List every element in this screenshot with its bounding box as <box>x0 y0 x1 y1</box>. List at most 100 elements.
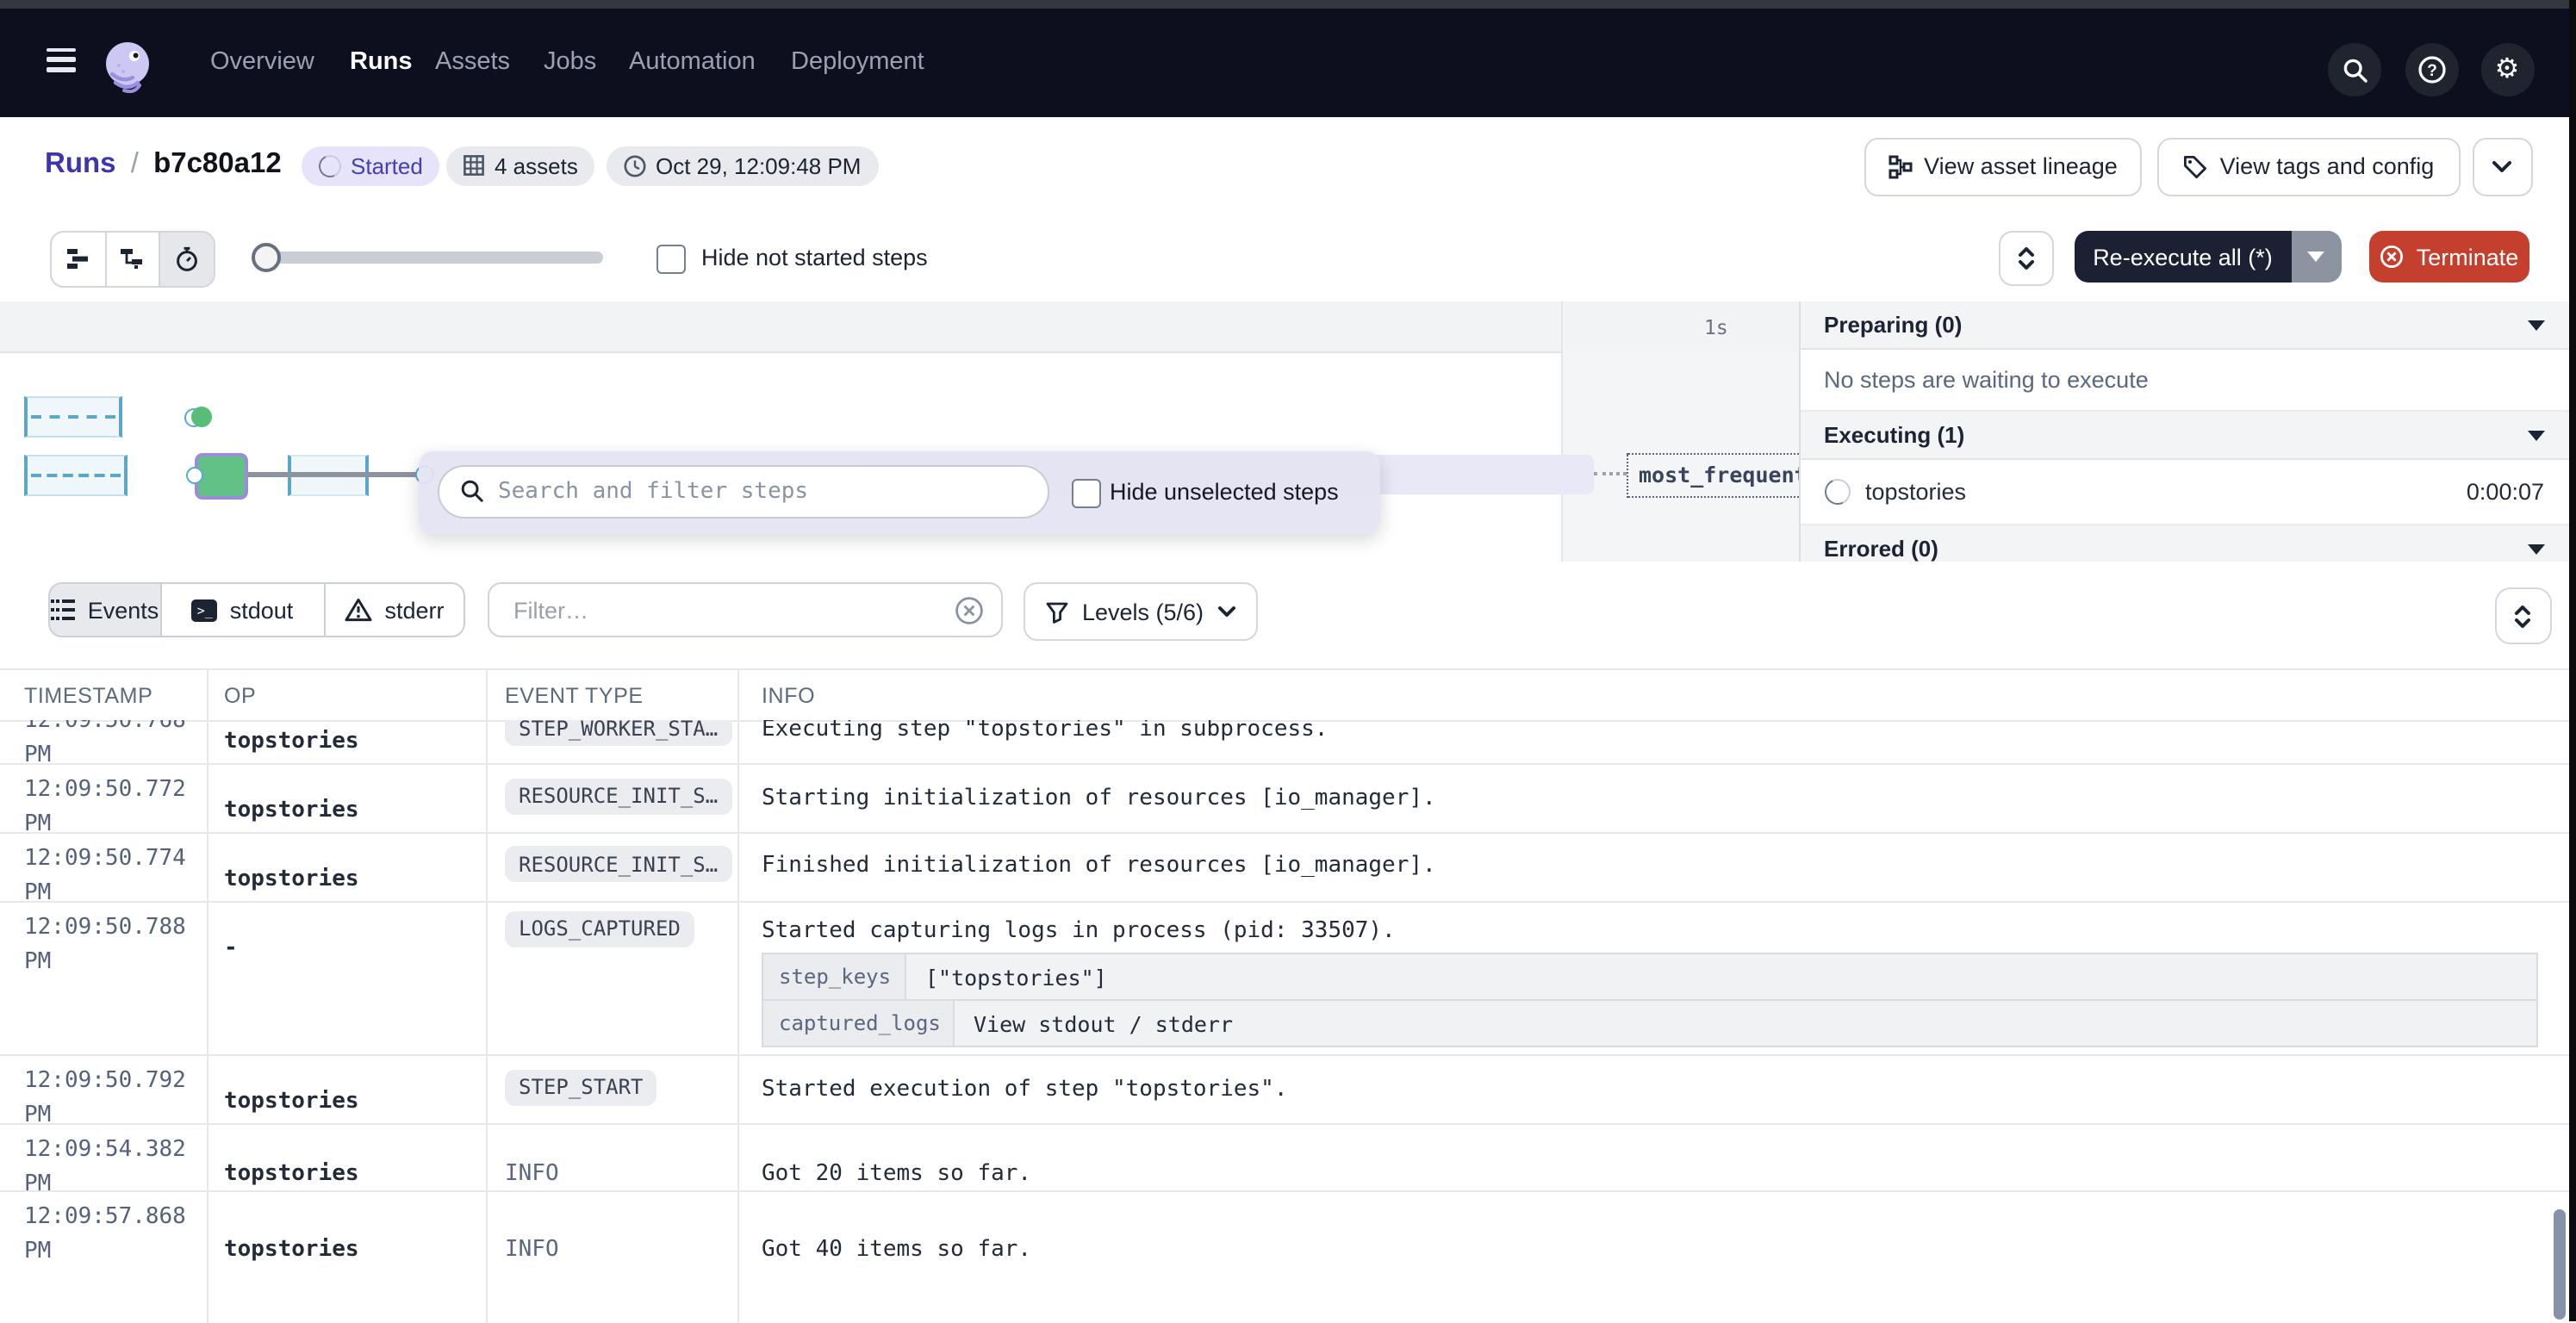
hide-not-started-label[interactable]: Hide not started steps <box>701 245 928 270</box>
zoom-slider-thumb[interactable] <box>252 242 281 271</box>
more-actions-button[interactable] <box>2473 137 2532 196</box>
op-cell: topstories <box>224 1237 359 1263</box>
help-button[interactable]: ? <box>2405 43 2458 96</box>
tab-events[interactable]: Events <box>49 584 161 636</box>
log-filter-input[interactable] <box>488 582 1003 637</box>
chevron-down-icon <box>2527 430 2544 440</box>
svg-text:?: ? <box>2426 62 2436 80</box>
hide-unselected-label[interactable]: Hide unselected steps <box>1110 479 1339 505</box>
view-tags-config-button[interactable]: View tags and config <box>2157 137 2461 196</box>
table-row[interactable]: 12:09:50.788PM - LOGS_CAPTURED Started c… <box>0 900 2568 1056</box>
clear-filter-icon[interactable] <box>955 595 984 624</box>
preparing-empty-text: No steps are waiting to execute <box>1824 367 2149 393</box>
nav-item-runs[interactable]: Runs <box>350 8 413 116</box>
metadata-value-link[interactable]: View stdout / stderr <box>955 1001 1252 1046</box>
metadata-row: captured_logs View stdout / stderr <box>763 1001 2536 1046</box>
hide-not-started-checkbox[interactable] <box>656 244 685 273</box>
expand-collapse-button[interactable] <box>1998 231 2053 286</box>
hamburger-menu-icon[interactable] <box>47 47 76 72</box>
assets-count-label: 4 assets <box>495 152 578 178</box>
log-expand-button[interactable] <box>2494 587 2551 644</box>
event-list-icon <box>50 598 76 622</box>
tab-stderr[interactable]: stderr <box>326 584 464 636</box>
op-cell: topstories <box>224 1161 359 1187</box>
metadata-row: step_keys ["topstories"] <box>763 954 2536 1001</box>
nav-item-jobs[interactable]: Jobs <box>544 8 596 116</box>
flat-gantt-icon <box>65 246 91 270</box>
col-header-info[interactable]: INFO <box>762 683 815 707</box>
event-type-plain: INFO <box>505 1161 559 1187</box>
breadcrumb: Runs / b7c80a12 <box>45 147 282 180</box>
assets-count-badge[interactable]: 4 assets <box>446 146 595 185</box>
reexecute-dropdown-button[interactable] <box>2291 231 2341 283</box>
search-icon <box>2341 56 2368 84</box>
settings-button[interactable]: ⚙ <box>2480 43 2534 96</box>
panel-section-executing[interactable]: Executing (1) <box>1800 412 2568 460</box>
executing-step-elapsed: 0:00:07 <box>2467 479 2544 505</box>
op-cell: topstories <box>224 729 359 755</box>
gantt-dotted-connector <box>1594 471 1627 475</box>
tab-stdout-label: stdout <box>230 597 294 623</box>
col-header-op[interactable]: OP <box>224 683 256 707</box>
waterfall-gantt-icon <box>120 246 146 270</box>
gantt-search-input[interactable]: Search and filter steps <box>438 464 1049 518</box>
info-cell: Starting initialization of resources [io… <box>762 785 1436 811</box>
view-tags-config-label: View tags and config <box>2220 153 2435 179</box>
gantt-chart: 1s most_frequent Search and filter steps… <box>0 301 2576 563</box>
dagster-logo[interactable] <box>100 39 155 94</box>
col-header-timestamp[interactable]: TIMESTAMP <box>24 683 152 707</box>
table-row[interactable]: 12:09:50.774PM topstories RESOURCE_INIT_… <box>0 831 2568 902</box>
table-row[interactable]: 12:09:50.792PM topstories STEP_START Sta… <box>0 1054 2568 1125</box>
gantt-step-box-waiting-2[interactable] <box>24 455 127 496</box>
funnel-icon <box>1046 600 1068 623</box>
grid-icon <box>464 155 484 176</box>
zoom-slider-track[interactable] <box>253 252 603 263</box>
metadata-key: captured_logs <box>763 1001 955 1046</box>
breadcrumb-runs-link[interactable]: Runs <box>45 147 116 178</box>
gantt-step-dot[interactable] <box>190 406 212 427</box>
run-status-badge[interactable]: Started <box>301 146 440 185</box>
clock-icon <box>623 154 645 177</box>
panel-section-errored[interactable]: Errored (0) <box>1800 525 2568 563</box>
run-status-label: Started <box>351 152 423 178</box>
table-row[interactable]: 12:09:50.768PM topstories STEP_WORKER_ST… <box>0 719 2568 765</box>
nav-item-automation[interactable]: Automation <box>629 8 756 116</box>
window-top-strip <box>0 0 2576 8</box>
gantt-time-tick-label: 1s <box>1704 314 1728 339</box>
stopwatch-icon <box>174 245 200 271</box>
gantt-io-dot-icon <box>186 466 203 483</box>
event-type-chip: RESOURCE_INIT_S… <box>505 846 731 882</box>
col-header-event-type[interactable]: EVENT TYPE <box>505 683 644 707</box>
nav-item-assets[interactable]: Assets <box>435 8 510 116</box>
timestamp-cell: 12:09:50.774PM <box>24 842 186 902</box>
nav-item-overview[interactable]: Overview <box>210 8 314 116</box>
view-asset-lineage-button[interactable]: View asset lineage <box>1864 137 2142 196</box>
levels-dropdown-button[interactable]: Levels (5/6) <box>1024 582 1257 641</box>
info-cell: Got 20 items so far. <box>762 1161 1031 1187</box>
run-header-row: Runs / b7c80a12 Started 4 assets Oct 29,… <box>0 116 2576 214</box>
hide-unselected-checkbox[interactable] <box>1072 478 1101 507</box>
flat-view-button[interactable] <box>52 232 106 285</box>
executing-step-row[interactable]: topstories 0:00:07 <box>1800 460 2568 525</box>
breadcrumb-separator: / <box>131 147 139 178</box>
gantt-step-box-most-frequent[interactable]: most_frequent <box>1627 453 1806 498</box>
table-row[interactable]: 12:09:50.772PM topstories RESOURCE_INIT_… <box>0 763 2568 833</box>
search-icon <box>460 479 484 503</box>
preparing-title: Preparing (0) <box>1824 312 1962 338</box>
terminate-button[interactable]: Terminate <box>2369 231 2529 283</box>
table-row[interactable]: 12:09:54.382PM topstories INFO Got 20 it… <box>0 1123 2568 1192</box>
gantt-step-box-waiting-1[interactable] <box>24 396 122 438</box>
event-type-chip: RESOURCE_INIT_S… <box>505 778 731 814</box>
search-button[interactable] <box>2328 43 2381 96</box>
tab-stdout[interactable]: >_ stdout <box>161 584 326 636</box>
step-status-panel: Preparing (0) No steps are waiting to ex… <box>1798 301 2568 562</box>
table-row[interactable]: 12:09:57.868PM topstories INFO Got 40 it… <box>0 1190 2568 1323</box>
timed-view-button[interactable] <box>160 232 213 285</box>
chevron-down-icon <box>1217 606 1235 617</box>
panel-section-preparing[interactable]: Preparing (0) <box>1800 301 2568 350</box>
waterfall-view-button[interactable] <box>106 232 160 285</box>
nav-item-deployment[interactable]: Deployment <box>791 8 924 116</box>
reexecute-all-button[interactable]: Re-execute all (*) <box>2075 231 2291 283</box>
vertical-scrollbar-thumb[interactable] <box>2553 1209 2565 1319</box>
top-nav-bar: Overview Runs Assets Jobs Automation Dep… <box>0 8 2576 116</box>
